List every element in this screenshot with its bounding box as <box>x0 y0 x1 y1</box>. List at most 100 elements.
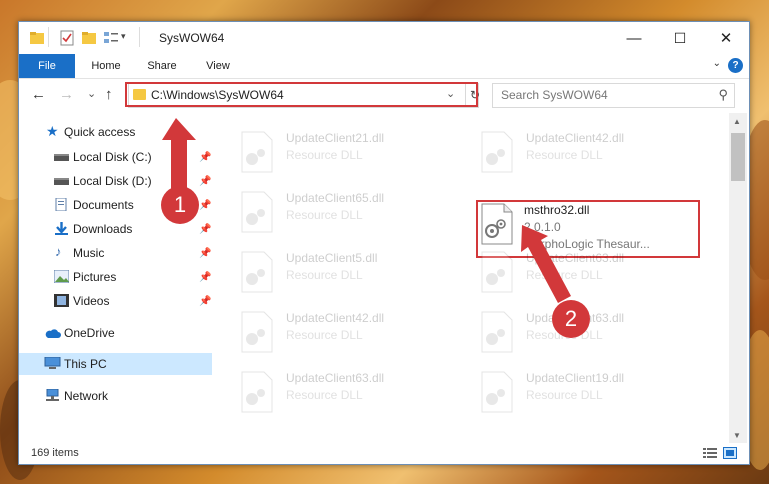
dll-file-icon <box>481 203 513 245</box>
minimize-button[interactable]: — <box>611 22 657 54</box>
music-icon: ♪ <box>55 244 62 259</box>
details-view-icon[interactable] <box>703 447 717 459</box>
file-name: UpdateClient63.dll <box>526 251 625 265</box>
sidebar-item-pictures[interactable]: Pictures 📌 <box>19 266 212 288</box>
sidebar-item-this-pc[interactable]: This PC <box>19 353 212 375</box>
close-button[interactable]: ✕ <box>703 22 749 54</box>
help-button[interactable]: ? <box>728 58 743 73</box>
sidebar-item-quick-access[interactable]: ★ Quick access <box>19 121 212 143</box>
file-name: UpdateClient42.dll <box>286 311 385 325</box>
dll-file-icon <box>241 191 273 233</box>
dll-file-icon <box>481 371 513 413</box>
step-1-badge: 1 <box>161 186 199 224</box>
file-name: msthro32.dll <box>524 203 590 217</box>
pin-icon: 📌 <box>199 271 212 283</box>
pin-icon: 📌 <box>199 247 212 259</box>
file-item[interactable]: UpdateClient21.dll Resource DLL <box>212 127 437 187</box>
navigation-bar: ← → ⌄ ↑ C:\Windows\SysWOW64 ⌄ ↻ Search S… <box>19 79 749 113</box>
file-item[interactable]: UpdateClient19.dll Resource DLL <box>452 367 677 427</box>
file-description: Resource DLL <box>526 268 603 282</box>
sidebar-item-label: OneDrive <box>64 326 115 340</box>
up-arrow-icon[interactable]: ↑ <box>105 86 113 103</box>
dll-file-icon <box>241 311 273 353</box>
file-description: Resource DLL <box>526 148 603 162</box>
sidebar-item-onedrive[interactable]: OneDrive <box>19 322 212 344</box>
file-item[interactable]: UpdateClient65.dll Resource DLL <box>212 187 437 247</box>
dll-file-icon <box>481 251 513 293</box>
new-folder-icon[interactable] <box>81 30 97 46</box>
address-highlight-box <box>125 82 478 107</box>
file-name: UpdateClient63.dll <box>286 371 385 385</box>
forward-arrow-icon[interactable]: → <box>59 86 74 103</box>
scroll-down-arrow-icon[interactable]: ▼ <box>733 431 741 440</box>
tab-share[interactable]: Share <box>137 54 187 78</box>
folder-icon <box>30 32 44 44</box>
sidebar-item-label: Documents <box>73 198 134 212</box>
dll-file-icon <box>481 131 513 173</box>
status-bar: 169 items <box>19 443 749 464</box>
sidebar-item-label: Local Disk (C:) <box>73 150 152 164</box>
scroll-up-arrow-icon[interactable]: ▲ <box>733 117 741 126</box>
drive-icon <box>54 154 69 161</box>
sidebar-item-label: Local Disk (D:) <box>73 174 152 188</box>
star-icon: ★ <box>46 123 59 139</box>
sidebar-item-label: This PC <box>64 357 107 371</box>
documents-icon <box>55 198 67 211</box>
file-description: Resource DLL <box>526 388 603 402</box>
tab-file[interactable]: File <box>19 54 75 78</box>
file-item[interactable]: UpdateClient63.dll Resource DLL <box>212 367 437 427</box>
file-item[interactable]: UpdateClient42.dll Resource DLL <box>452 127 677 187</box>
search-input[interactable]: Search SysWOW64 ⚲ <box>492 83 735 108</box>
expand-ribbon-chevron-icon[interactable]: ⌄ <box>713 58 721 69</box>
scrollbar-thumb[interactable] <box>731 133 745 181</box>
file-name: UpdateClient65.dll <box>286 191 385 205</box>
pin-icon: 📌 <box>199 223 212 235</box>
sidebar-item-local-disk-c[interactable]: Local Disk (C:) 📌 <box>19 146 212 168</box>
dll-file-icon <box>241 371 273 413</box>
window-title: SysWOW64 <box>159 31 225 45</box>
item-count: 169 items <box>31 447 79 459</box>
file-description: Resource DLL <box>286 148 363 162</box>
vertical-scrollbar[interactable]: ▲ ▼ <box>729 113 747 443</box>
file-name: UpdateClient21.dll <box>286 131 385 145</box>
file-name: UpdateClient5.dll <box>286 251 378 265</box>
tab-home[interactable]: Home <box>81 54 131 78</box>
pictures-icon <box>54 270 69 283</box>
search-icon[interactable]: ⚲ <box>718 87 728 103</box>
back-arrow-icon[interactable]: ← <box>31 86 46 103</box>
ribbon-tabs: File Home Share View ⌄ ? <box>19 54 749 79</box>
file-description: Resource DLL <box>286 208 363 222</box>
customize-toolbar-chevron-icon[interactable]: ▾ <box>121 31 126 42</box>
file-name: UpdateClient19.dll <box>526 371 625 385</box>
sidebar-item-label: Videos <box>73 294 110 308</box>
dll-file-icon <box>481 311 513 353</box>
recent-locations-chevron-icon[interactable]: ⌄ <box>87 87 96 100</box>
sidebar-item-label: Music <box>73 246 105 260</box>
sidebar-item-videos[interactable]: Videos 📌 <box>19 290 212 312</box>
view-options-icon[interactable] <box>103 30 119 46</box>
file-description: Resource DLL <box>286 268 363 282</box>
sidebar-item-network[interactable]: Network <box>19 385 212 407</box>
file-description: Resource DLL <box>286 388 363 402</box>
title-bar: ▾ SysWOW64 — ☐ ✕ <box>19 22 749 54</box>
explorer-window: ▾ SysWOW64 — ☐ ✕ File Home Share View ⌄ … <box>18 21 750 465</box>
file-item[interactable]: UpdateClient5.dll Resource DLL <box>212 247 437 307</box>
properties-icon[interactable] <box>59 30 75 46</box>
tab-view[interactable]: View <box>193 54 243 78</box>
cloud-icon <box>45 329 61 338</box>
navigation-pane: ★ Quick access Local Disk (C:) 📌 Local D… <box>19 113 212 443</box>
pin-icon: 📌 <box>199 151 212 163</box>
sidebar-item-label: Downloads <box>73 222 133 236</box>
sidebar-item-label: Quick access <box>64 125 136 139</box>
file-version: 2.0.1.0 <box>524 220 561 234</box>
maximize-button[interactable]: ☐ <box>657 22 703 54</box>
pin-icon: 📌 <box>199 199 212 211</box>
pin-icon: 📌 <box>199 295 212 307</box>
step-2-badge: 2 <box>552 300 590 338</box>
file-item[interactable]: UpdateClient42.dll Resource DLL <box>212 307 437 367</box>
file-item[interactable]: UpdateClient63.dll Resource DLL <box>452 247 677 307</box>
sidebar-item-label: Pictures <box>73 270 117 284</box>
large-icons-view-icon[interactable] <box>723 447 737 459</box>
search-placeholder: Search SysWOW64 <box>501 88 608 102</box>
sidebar-item-music[interactable]: ♪ Music 📌 <box>19 242 212 264</box>
